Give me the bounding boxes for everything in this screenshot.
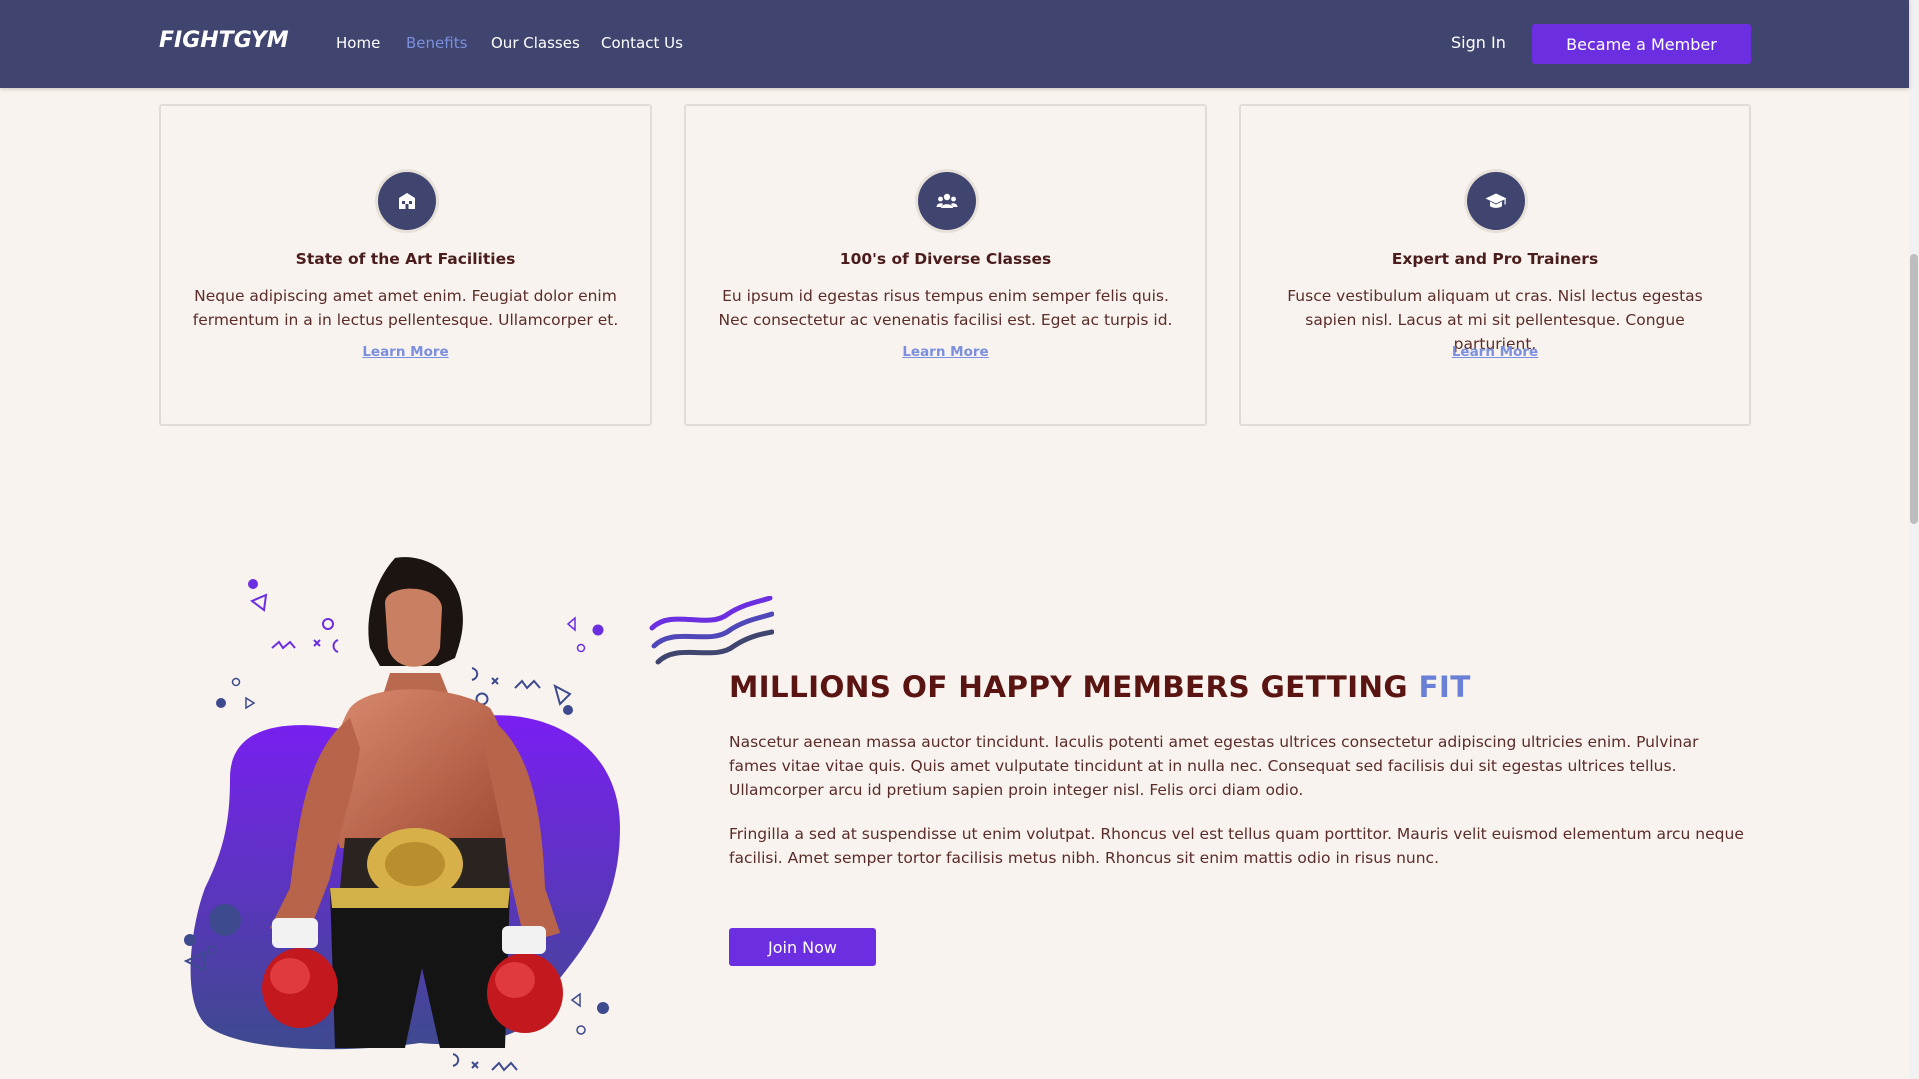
hero-paragraph-1: Nascetur aenean massa auctor tincidunt. …	[729, 733, 1699, 799]
sign-in-link[interactable]: Sign In	[1451, 33, 1506, 52]
hero-paragraph-2: Fringilla a sed at suspendisse ut enim v…	[729, 825, 1744, 867]
become-member-button[interactable]: Became a Member	[1532, 24, 1751, 64]
card-text: Neque adipiscing amet amet enim. Feugiat…	[192, 287, 619, 329]
building-icon	[378, 172, 436, 230]
benefit-card-facilities: State of the Art Facilities Neque adipis…	[159, 104, 652, 426]
card-title: Expert and Pro Trainers	[1391, 250, 1599, 268]
nav-contact-us[interactable]: Contact Us	[601, 34, 683, 52]
scrollbar-track[interactable]	[1909, 0, 1919, 1079]
nav-our-classes[interactable]: Our Classes	[491, 34, 580, 52]
site-header: FIGHTGYM Home Benefits Our Classes Conta…	[0, 0, 1909, 88]
waves-decoration-icon	[649, 596, 774, 665]
learn-more-link[interactable]: Learn More	[161, 344, 650, 360]
benefit-card-classes: 100's of Diverse Classes Eu ipsum id ege…	[684, 104, 1207, 426]
scrollbar-thumb[interactable]	[1910, 254, 1918, 524]
learn-more-link[interactable]: Learn More	[686, 344, 1205, 360]
logo[interactable]: FIGHTGYM	[159, 28, 289, 53]
nav-home[interactable]: Home	[336, 34, 380, 52]
join-now-button[interactable]: Join Now	[729, 928, 876, 966]
hero-title: MILLIONS OF HAPPY MEMBERS GETTING FIT	[729, 670, 1471, 704]
benefit-card-trainers: Expert and Pro Trainers Fusce vestibulum…	[1239, 104, 1751, 426]
hero-title-main: MILLIONS OF HAPPY MEMBERS GETTING	[729, 670, 1408, 704]
page: FIGHTGYM Home Benefits Our Classes Conta…	[0, 0, 1919, 1079]
boxer-illustration	[183, 557, 620, 1072]
card-title: State of the Art Facilities	[295, 250, 516, 268]
learn-more-link[interactable]: Learn More	[1241, 344, 1749, 360]
card-text: Eu ipsum id egestas risus tempus enim se…	[718, 287, 1173, 329]
hero-title-accent: FIT	[1418, 670, 1471, 704]
graduation-cap-icon	[1467, 172, 1525, 230]
card-title: 100's of Diverse Classes	[839, 250, 1052, 268]
nav-benefits[interactable]: Benefits	[406, 34, 467, 52]
group-icon	[918, 172, 976, 230]
